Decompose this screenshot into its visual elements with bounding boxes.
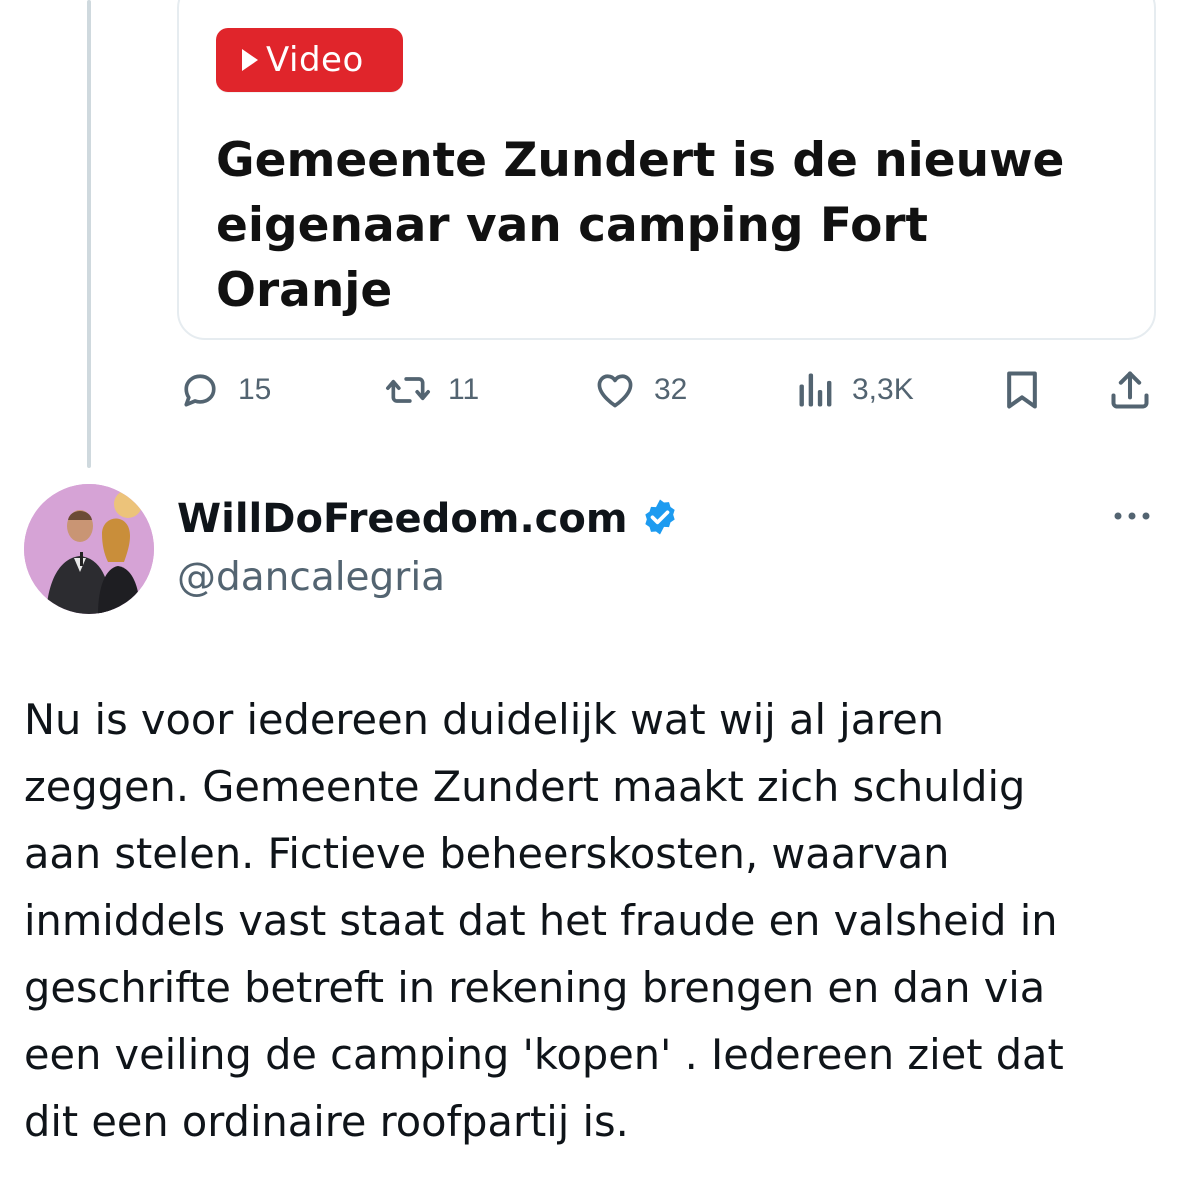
- views-count: 3,3K: [852, 373, 914, 406]
- author-name-row: WillDoFreedom.com: [177, 496, 680, 542]
- share-icon: [1108, 368, 1152, 412]
- user-handle[interactable]: @dancalegria: [177, 555, 445, 600]
- card-headline[interactable]: Gemeente Zundert is de nieuwe eigenaar v…: [216, 128, 1116, 323]
- video-badge-label: Video: [266, 40, 364, 80]
- repost-count: 11: [448, 373, 480, 406]
- repost-button[interactable]: 11: [384, 360, 479, 420]
- repost-icon: [384, 368, 432, 412]
- tweet-body-text: Nu is voor iedereen duidelijk wat wij al…: [24, 695, 1064, 1146]
- action-bar: 15 11 32 3,3K: [0, 360, 1183, 420]
- more-options-icon[interactable]: [1112, 506, 1152, 531]
- bookmark-icon: [1002, 368, 1042, 412]
- views-button[interactable]: 3,3K: [796, 360, 914, 420]
- like-button[interactable]: 32: [592, 360, 687, 420]
- video-badge: Video: [216, 28, 403, 92]
- avatar[interactable]: [24, 484, 154, 614]
- play-icon: [242, 49, 258, 71]
- verified-badge-icon[interactable]: [640, 497, 680, 542]
- reply-button[interactable]: 15: [178, 360, 271, 420]
- reply-icon: [178, 368, 222, 412]
- views-chart-icon: [796, 368, 836, 412]
- reply-count: 15: [238, 373, 272, 406]
- share-button[interactable]: [1108, 360, 1152, 420]
- bookmark-button[interactable]: [1002, 360, 1042, 420]
- heart-icon: [592, 368, 638, 412]
- display-name[interactable]: WillDoFreedom.com: [177, 496, 628, 542]
- like-count: 32: [654, 373, 688, 406]
